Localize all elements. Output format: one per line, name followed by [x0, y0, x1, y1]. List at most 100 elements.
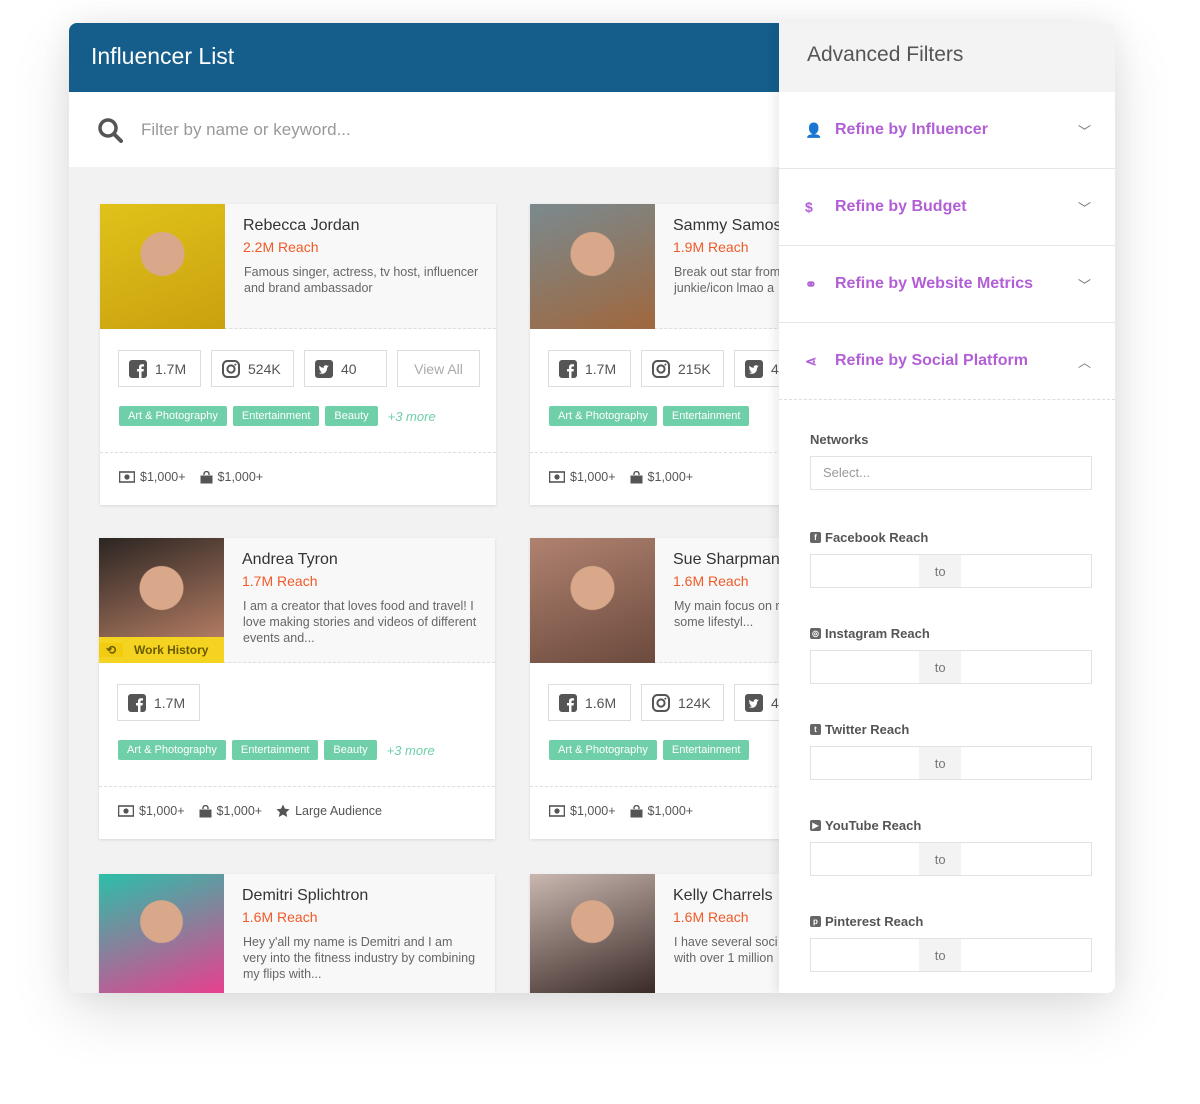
reach-min-input[interactable]	[811, 939, 920, 971]
social-stat-value: 215K	[678, 360, 711, 377]
reach-label-text: YouTube Reach	[825, 818, 922, 833]
reach-label-text: Pinterest Reach	[825, 914, 924, 929]
social-stat-value: 1.7M	[585, 360, 617, 377]
chevron-down-icon[interactable]: ﹀	[1078, 198, 1091, 217]
divider	[530, 786, 779, 787]
social-stat-facebook[interactable]: 1.7M	[118, 350, 201, 387]
influencer-card[interactable]: Rebecca Jordan 2.2M Reach Famous singer, a…	[100, 204, 496, 505]
accordion-link[interactable]: ⚭ Refine by Website Metrics ﹀	[779, 246, 1115, 323]
facebook-icon	[129, 359, 147, 378]
card-header: Rebecca Jordan 2.2M Reach Famous singer, a…	[100, 204, 496, 329]
social-stats: 1.7M 215K 40	[548, 350, 779, 387]
facebook-icon	[128, 693, 146, 712]
footer-text: $1,000+	[217, 470, 264, 484]
category-tag[interactable]: Entertainment	[232, 406, 320, 426]
networks-label: Networks	[810, 432, 869, 447]
work-history-badge[interactable]: ⟲ Work History	[99, 637, 224, 663]
influencer-photo[interactable]: ⟲ Work History	[99, 538, 224, 663]
category-tag[interactable]: Art & Photography	[549, 740, 657, 760]
social-stat-instagram[interactable]: 124K	[641, 684, 724, 721]
instagram-icon	[652, 693, 670, 712]
reach-max-input[interactable]	[961, 651, 1091, 683]
social-stat-facebook[interactable]: 1.7M	[117, 684, 200, 721]
view-all-button[interactable]: View All	[397, 350, 480, 387]
reach-label: ◎ Instagram Reach	[810, 626, 1092, 641]
instagram-icon	[222, 359, 240, 378]
app-window: Influencer List Rebecca Jordan 2.2M Reach…	[69, 23, 1115, 993]
category-tags: Art & Photography Entertainment Beauty +3 m…	[119, 406, 436, 426]
search-bar	[69, 92, 779, 167]
category-tag[interactable]: Art & Photography	[119, 406, 227, 426]
chevron-down-icon[interactable]: ﹀	[1078, 121, 1091, 140]
reach-max-input[interactable]	[961, 747, 1091, 779]
influencer-reach: 1.6M Reach	[242, 909, 318, 925]
reach-min-input[interactable]	[811, 651, 920, 683]
instagram-icon	[652, 359, 670, 378]
category-tag[interactable]: Entertainment	[662, 740, 750, 760]
influencer-name[interactable]: Rebecca Jordan	[243, 217, 360, 235]
influencer-card[interactable]: Sammy Samos 1.9M Reach Break out star from…	[530, 204, 779, 505]
chevron-down-icon[interactable]: ﹀	[1078, 275, 1091, 294]
reach-label: p Pinterest Reach	[810, 914, 1092, 929]
influencer-card[interactable]: ⟲ Work History Andrea Tyron 1.7M Reach I am …	[99, 538, 495, 839]
pinterest-reach-group: p Pinterest Reach to	[810, 914, 1092, 972]
range-separator: to	[919, 555, 962, 587]
category-tag[interactable]: Beauty	[324, 740, 377, 760]
card-footer: $1,000+ $1,000+	[119, 470, 263, 484]
influencer-photo[interactable]	[530, 204, 655, 329]
reach-max-input[interactable]	[961, 555, 1091, 587]
influencer-name[interactable]: Demitri Splichtron	[242, 887, 368, 905]
social-stat-twitter[interactable]: 40	[734, 350, 779, 387]
influencer-description: My main focus on r any and all things l …	[674, 599, 779, 629]
accordion-dollar[interactable]: $ Refine by Budget ﹀	[779, 169, 1115, 246]
social-stat-facebook[interactable]: 1.7M	[548, 350, 631, 387]
social-stats: 1.7M 524K 40 View All	[118, 350, 480, 387]
category-tag[interactable]: Art & Photography	[549, 406, 657, 426]
influencer-name[interactable]: Kelly Charrels	[673, 887, 773, 905]
social-stat-facebook[interactable]: 1.6M	[548, 684, 631, 721]
influencer-name[interactable]: Andrea Tyron	[242, 551, 338, 569]
accordion-share[interactable]: ⋖ Refine by Social Platform ︿	[779, 323, 1115, 400]
reach-max-input[interactable]	[961, 843, 1091, 875]
influencer-photo[interactable]	[100, 204, 225, 329]
influencer-name[interactable]: Sue Sharpman	[673, 551, 779, 569]
influencer-reach: 2.2M Reach	[243, 239, 319, 255]
influencer-description: Hey y'all my name is Demitri and I am ve…	[243, 935, 476, 981]
influencer-card[interactable]: Sue Sharpman 1.6M Reach My main focus on r…	[530, 538, 779, 839]
social-stat-twitter[interactable]: 40	[304, 350, 387, 387]
footer-item: $1,000+	[119, 470, 186, 484]
accordion-user[interactable]: 👤 Refine by Influencer ﹀	[779, 92, 1115, 169]
influencer-name[interactable]: Sammy Samos	[673, 217, 779, 235]
more-tags-link[interactable]: +3 more	[387, 743, 435, 758]
influencer-description: I am a creator that loves food and trave…	[243, 599, 477, 645]
reach-min-input[interactable]	[811, 747, 920, 779]
facebook-icon	[559, 359, 577, 378]
influencer-card[interactable]: Demitri Splichtron 1.6M Reach Hey y'all my…	[99, 874, 495, 993]
social-stat-twitter[interactable]: 40	[734, 684, 779, 721]
category-tag[interactable]: Art & Photography	[118, 740, 226, 760]
networks-select[interactable]: Select...	[810, 456, 1092, 490]
reach-min-input[interactable]	[811, 555, 920, 587]
reach-max-input[interactable]	[961, 939, 1091, 971]
category-tag[interactable]: Beauty	[325, 406, 378, 426]
reach-range: to	[810, 650, 1092, 684]
social-stat-instagram[interactable]: 215K	[641, 350, 724, 387]
influencer-photo[interactable]	[99, 874, 224, 993]
user-icon: 👤	[805, 121, 823, 138]
dollar-icon: $	[805, 199, 813, 215]
social-stat-value: 40	[771, 694, 779, 711]
star-icon	[276, 804, 290, 818]
influencer-photo[interactable]	[530, 874, 655, 993]
category-tag[interactable]: Entertainment	[231, 740, 319, 760]
category-tag[interactable]: Entertainment	[662, 406, 750, 426]
footer-item: Large Audience	[276, 804, 382, 818]
chevron-up-icon[interactable]: ︿	[1078, 352, 1091, 371]
influencer-photo[interactable]	[530, 538, 655, 663]
reach-min-input[interactable]	[811, 843, 920, 875]
more-tags-link[interactable]: +3 more	[388, 409, 436, 424]
influencer-card[interactable]: Kelly Charrels 1.6M Reach I have several s…	[530, 874, 779, 993]
search-input[interactable]	[141, 119, 641, 140]
youtube-reach-group: ▶ YouTube Reach to	[810, 818, 1092, 876]
card-footer: $1,000+ $1,000+ Large Audience	[118, 804, 382, 818]
social-stat-instagram[interactable]: 524K	[211, 350, 294, 387]
